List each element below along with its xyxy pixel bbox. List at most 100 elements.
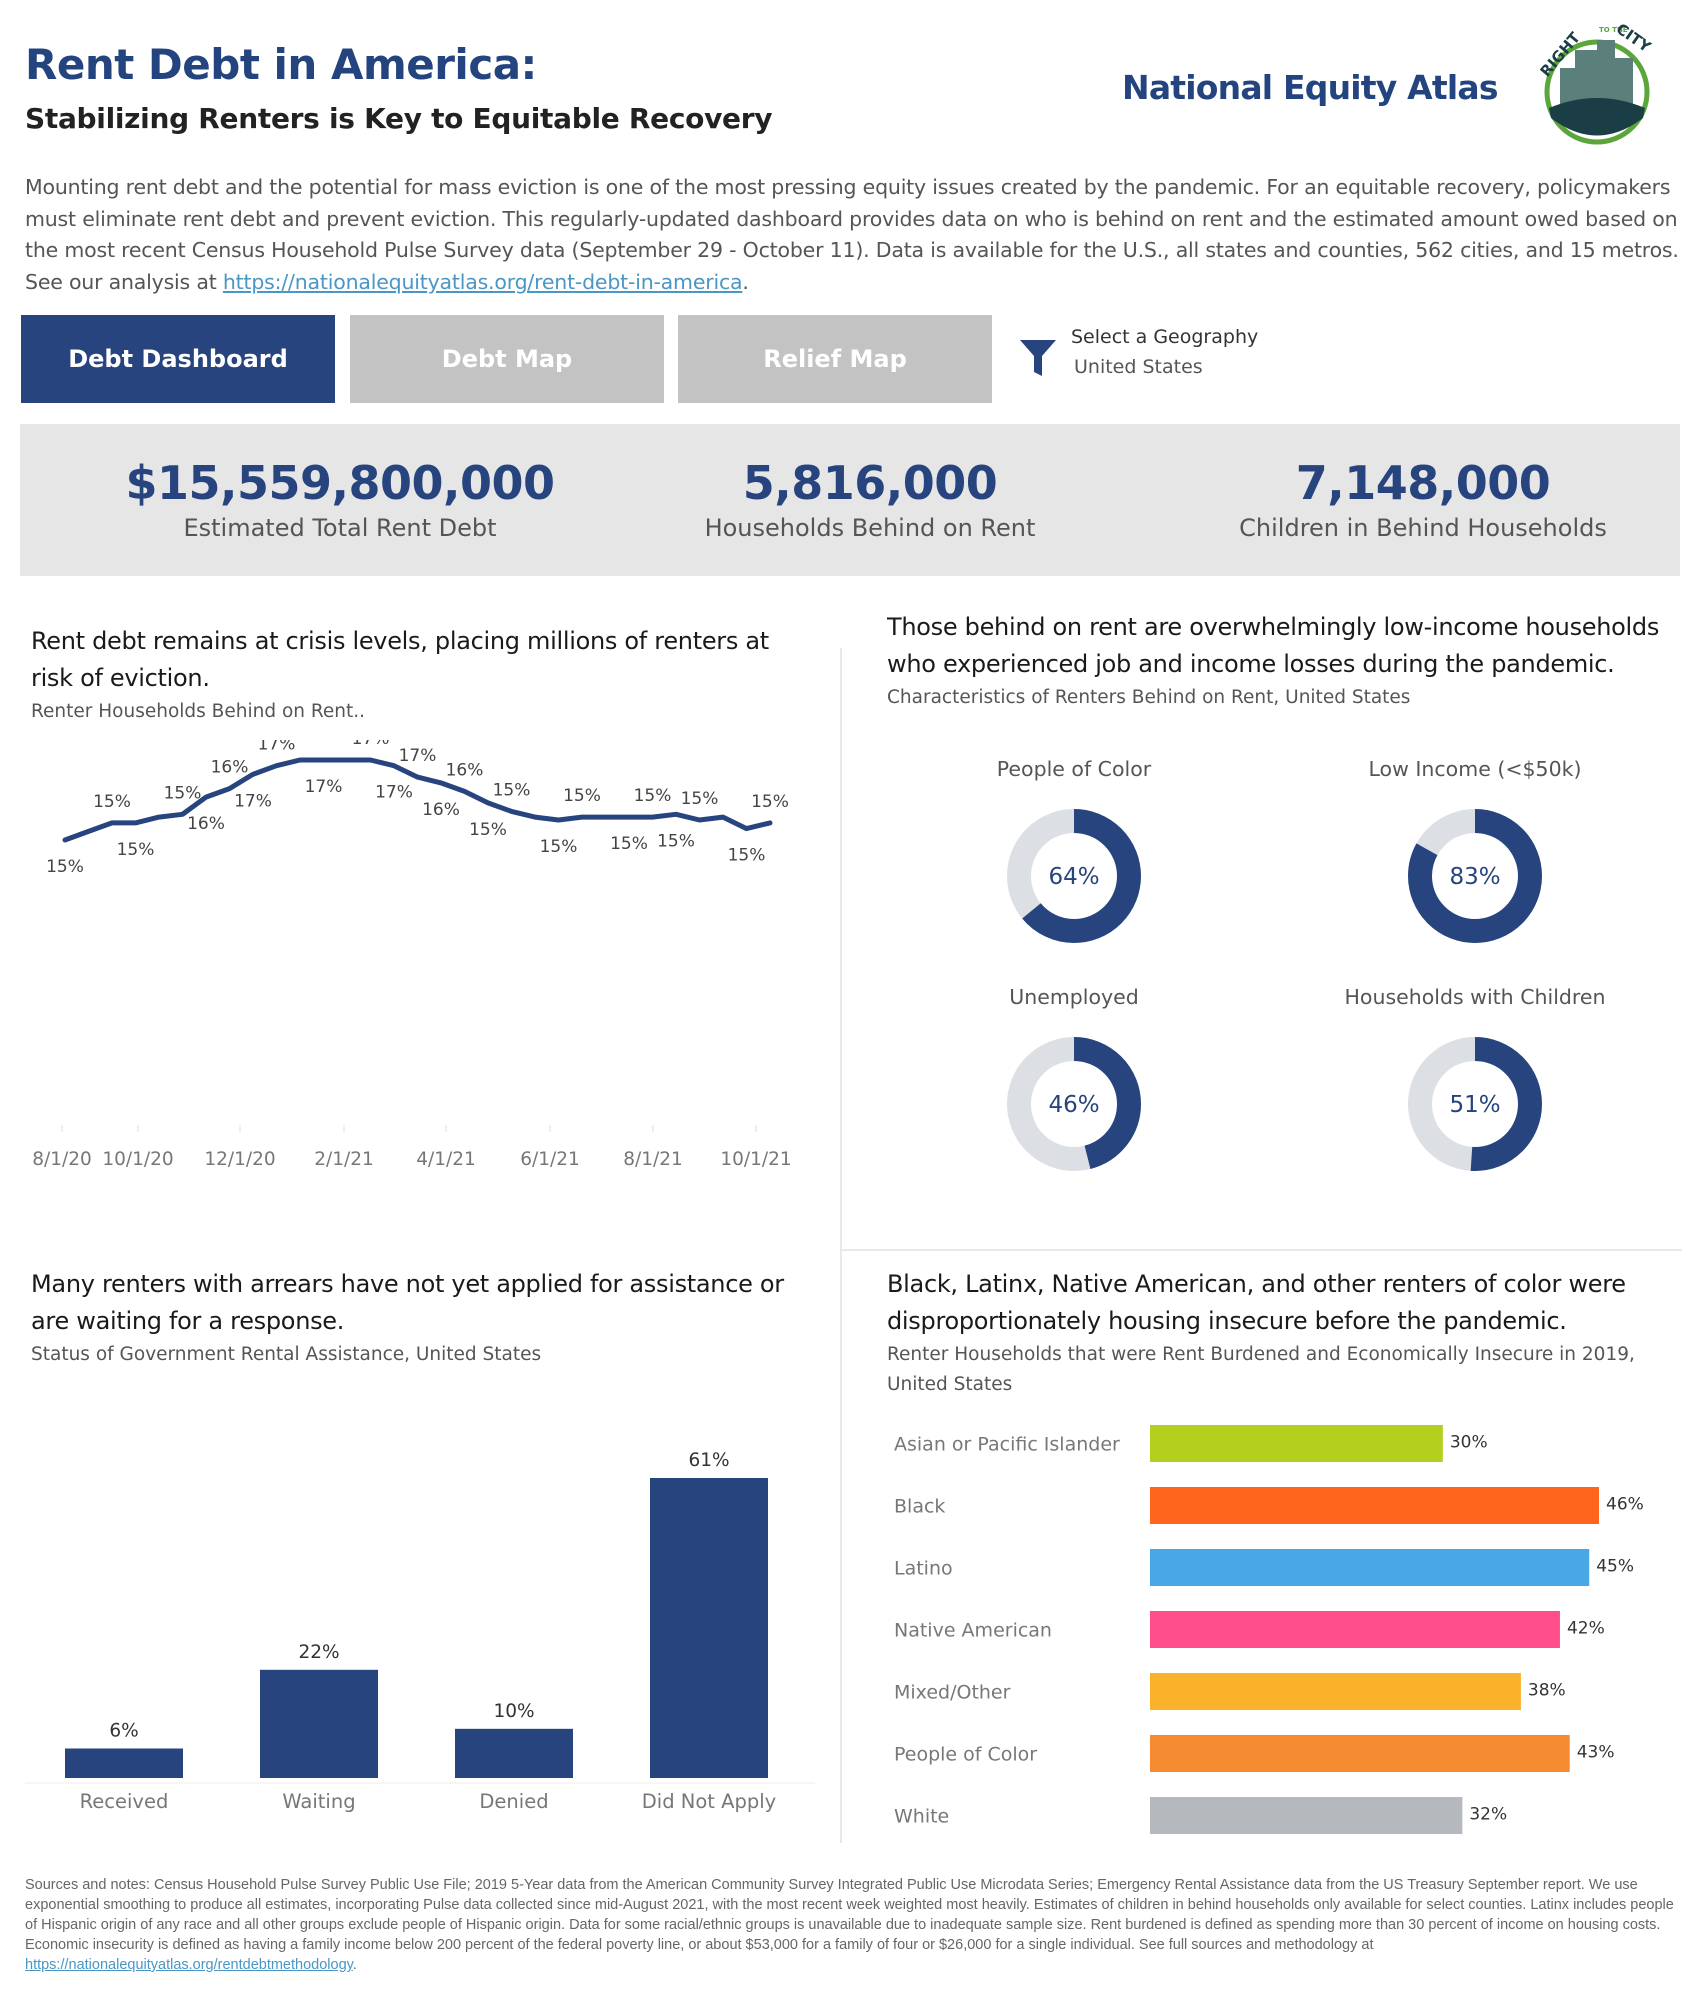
tab-debt-map[interactable]: Debt Map [350,315,664,403]
line-point [556,818,561,822]
donut-title: People of Color [997,757,1152,781]
line-point [462,789,467,794]
hbar-category-label: People of Color [894,1744,1037,1766]
donut-people-of-color: People of Color 64% [997,757,1152,943]
line-point [204,795,208,800]
donut-charts: People of Color 64% Low Income (<$50k) 83% U… [997,757,1606,1171]
assistance-section-title: Many renters with arrears have not yet a… [31,1270,784,1335]
line-data-label: 15% [751,792,789,812]
tab-relief-map[interactable]: Relief Map [678,315,992,403]
bar-value-label: 6% [109,1720,138,1741]
line-point [345,758,349,762]
bar-category-label: Received [80,1790,169,1813]
line-data-label: 17% [375,783,413,803]
line-point [180,812,185,817]
x-tick-label: 10/1/21 [720,1149,791,1170]
footer-period: . [352,1957,357,1973]
intro-paragraph: Mounting rent debt and the potential for… [25,172,1690,298]
line-data-label: 15% [164,783,202,803]
race-hbar-chart: Asian or Pacific Islander 30% Black 46% Lati… [894,1425,1644,1834]
donut-title: Unemployed [1009,985,1139,1009]
hbar [1150,1487,1599,1524]
donut-title: Low Income (<$50k) [1368,757,1581,781]
kpi-value: 7,148,000 [1295,456,1551,510]
hbar-value-label: 45% [1596,1557,1634,1577]
line-data-label: 15% [46,857,84,877]
assistance-section-subtitle: Status of Government Rental Assistance, … [31,1344,542,1365]
line-point [580,815,584,820]
line-point [603,815,608,820]
assistance-section-header: Many renters with arrears have not yet a… [31,1266,821,1370]
line-data-label: 15% [493,780,531,800]
x-tick-label: 8/1/20 [32,1149,92,1170]
line-data-label: 15% [728,846,766,866]
hbar-value-label: 38% [1528,1681,1566,1701]
donut-center-label: 46% [1048,1092,1099,1118]
line-chart-header: Rent debt remains at crisis levels, plac… [31,623,801,727]
line-point [157,815,161,820]
line-data-label: 17% [234,791,272,811]
line-data-label: 17% [258,740,296,755]
intro-period: . [742,269,749,294]
x-tick-label: 8/1/21 [623,1149,683,1170]
line-point [392,763,396,768]
assistance-bar-chart: 6% Received 22% Waiting 10% Denied 61% Did Not … [25,1450,815,1813]
x-tick-label: 12/1/20 [204,1149,275,1170]
bar [455,1728,573,1778]
sources-text: Sources and notes: Census Household Puls… [25,1877,1674,1953]
line-point [627,815,631,820]
line-point [744,826,749,831]
methodology-link[interactable]: https://nationalequityatlas.org/rentdebt… [25,1957,353,1973]
line-data-label: 15% [540,837,578,857]
hbar-category-label: Native American [894,1620,1052,1642]
hbar-value-label: 32% [1469,1805,1507,1825]
line-point [110,820,114,825]
x-tick-label: 2/1/21 [314,1149,374,1170]
line-point [274,763,279,768]
line-point [298,758,302,762]
donut-section-subtitle: Characteristics of Renters Behind on Ren… [887,687,1411,708]
line-point [768,820,772,825]
line-data-label: 17% [305,777,343,797]
line-point [415,775,420,780]
x-tick-label: 6/1/21 [520,1149,580,1170]
hbar-category-label: White [894,1806,949,1828]
filter-funnel-icon[interactable] [1018,338,1058,378]
tab-debt-dashboard[interactable]: Debt Dashboard [21,315,335,403]
line-point [721,815,725,820]
donut-center-label: 64% [1048,864,1099,890]
sources-notes: Sources and notes: Census Household Puls… [25,1875,1675,1975]
bar-value-label: 61% [688,1450,729,1471]
hbar-value-label: 46% [1606,1495,1644,1515]
donut-section-header: Those behind on rent are overwhelmingly … [887,609,1677,713]
donut-title: Households with Children [1345,985,1606,1009]
line-point [86,829,91,834]
bar [650,1478,768,1778]
line-chart-title: Rent debt remains at crisis levels, plac… [31,627,769,692]
hbar-category-label: Black [894,1496,945,1518]
race-section-header: Black, Latinx, Native American, and othe… [887,1266,1677,1400]
donut-households-with-children: Households with Children 51% [1345,985,1606,1171]
bar-category-label: Denied [479,1790,548,1813]
line-data-label: 15% [634,786,672,806]
analysis-link[interactable]: https://nationalequityatlas.org/rent-deb… [223,270,743,294]
line-data-label: 15% [657,831,695,851]
race-section-title: Black, Latinx, Native American, and othe… [887,1270,1626,1335]
line-data-label: 17% [352,740,390,749]
line-data-label: 16% [446,760,484,780]
line-data-label: 16% [422,800,460,820]
hbar [1150,1425,1443,1462]
kpi-value: $15,559,800,000 [125,456,555,510]
hbar [1150,1797,1463,1834]
line-point [368,758,373,762]
bar [260,1669,378,1778]
bar-category-label: Waiting [282,1790,355,1813]
geography-filter-value[interactable]: United States [1074,356,1203,378]
page-title: Rent Debt in America: [25,40,537,89]
hbar-category-label: Asian or Pacific Islander [894,1434,1120,1456]
donut-unemployed: Unemployed 46% [1007,985,1141,1171]
hbar [1150,1611,1560,1648]
bar-value-label: 22% [298,1642,339,1663]
x-tick-label: 10/1/20 [102,1149,173,1170]
line-chart: 15% 15% 15% 15% 16% 16% 17% 17% 17% 17% 17% 17% 16% 1… [32,740,791,1170]
